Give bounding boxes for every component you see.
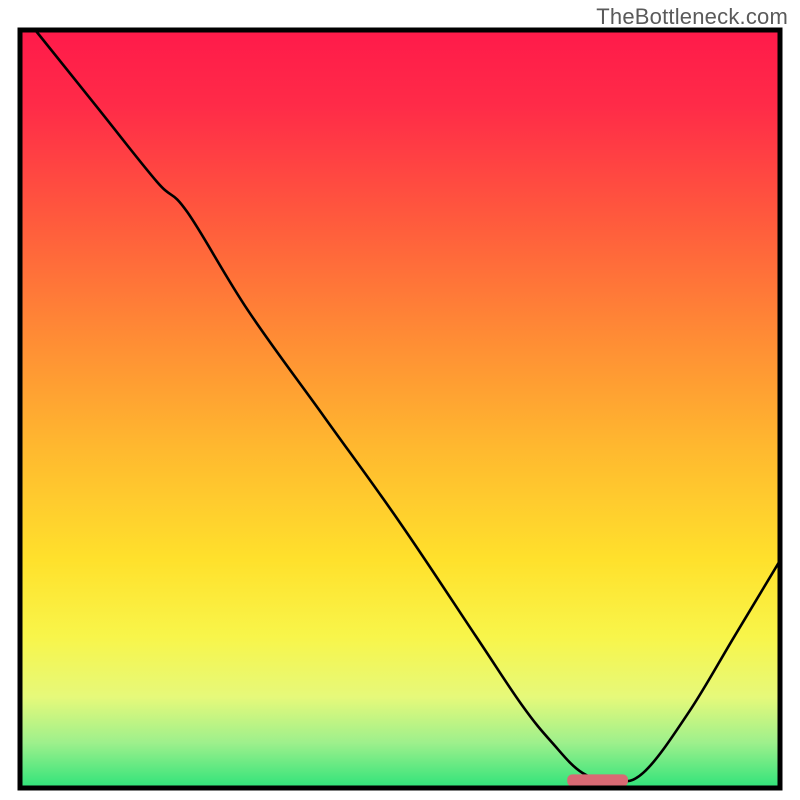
chart-container: TheBottleneck.com [0,0,800,800]
plot-background [20,30,780,788]
bottleneck-chart [0,0,800,800]
watermark-text: TheBottleneck.com [596,4,788,30]
optimal-marker [567,774,628,786]
